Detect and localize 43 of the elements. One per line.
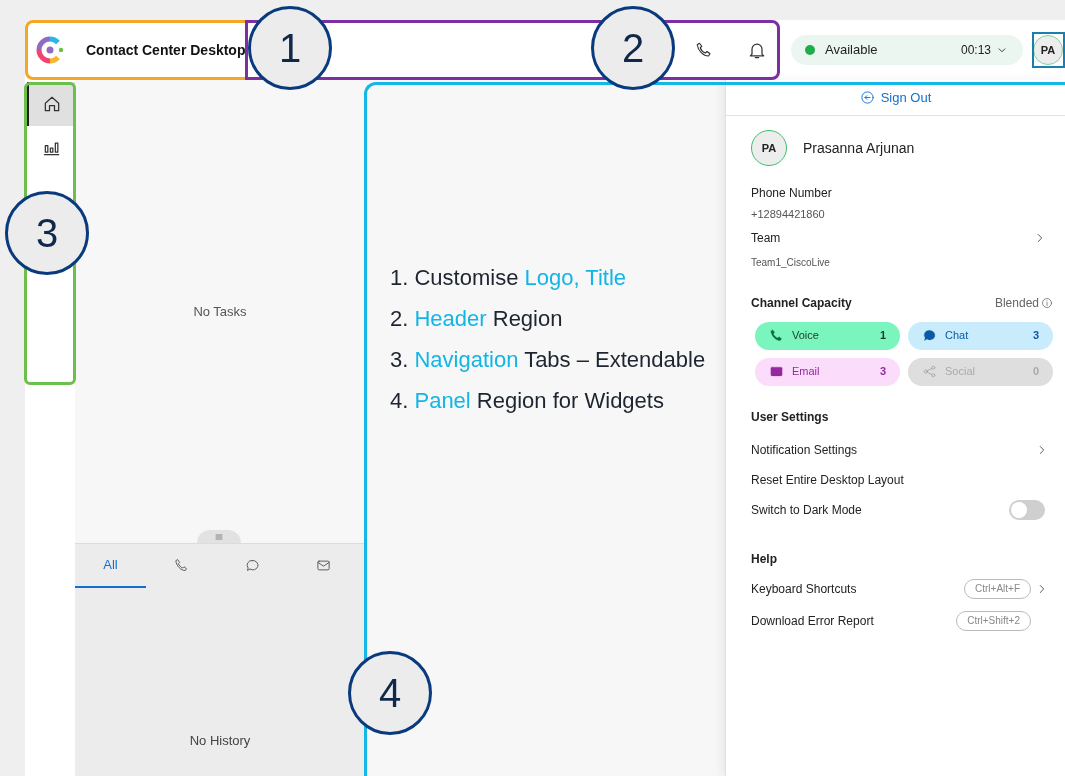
- chat-bubble-icon: [922, 328, 937, 343]
- channel-chip: Chat 3: [908, 321, 1053, 350]
- annotation-note: 3. Navigation Tabs – Extendable: [390, 346, 707, 374]
- field-label: Phone Number: [751, 185, 833, 202]
- annotation-note: 4. Panel Region for Widgets: [390, 387, 665, 415]
- section-heading: Help: [751, 550, 778, 568]
- avatar-outline: [1032, 32, 1065, 68]
- channel-chip: Voice 1: [755, 321, 900, 350]
- avatar-button[interactable]: PA: [1033, 35, 1063, 65]
- setting-label: Switch to Dark Mode: [751, 501, 862, 519]
- team-name: Team1_CiscoLive: [751, 255, 831, 270]
- profile-name: Prasanna Arjunan: [803, 138, 915, 158]
- phone-number: +12894421860: [751, 207, 826, 222]
- status-dropdown[interactable]: Available 00:13: [791, 35, 1023, 65]
- callout-marker: 3: [5, 191, 89, 275]
- sign-out-button[interactable]: Sign Out: [726, 80, 1065, 116]
- field-label: Team: [751, 229, 781, 247]
- logo-icon: [35, 35, 65, 65]
- channel-chip: Email 3: [755, 357, 900, 386]
- history-tab[interactable]: All: [75, 544, 146, 588]
- help-link[interactable]: Keyboard Shortcuts: [751, 579, 964, 598]
- phone-icon: [769, 328, 784, 343]
- chat-bubble-icon: [245, 557, 260, 573]
- help-link[interactable]: Download Error Report: [751, 611, 957, 630]
- share-icon: [922, 364, 937, 379]
- section-heading: Channel Capacity: [751, 294, 852, 312]
- profile-avatar: PA: [751, 130, 787, 166]
- dark-mode-toggle[interactable]: [1009, 499, 1045, 520]
- capacity-mode: Blended: [994, 294, 1039, 312]
- phone-icon: [695, 41, 713, 59]
- home-icon: [42, 94, 62, 114]
- annotation-note: 1. Customise Logo, Title: [390, 264, 628, 292]
- app-title: Contact Center Desktop: [86, 40, 246, 60]
- resize-handle[interactable]: [197, 530, 241, 543]
- phone-icon: [174, 557, 189, 573]
- annotation-note: 2. Header Region: [390, 305, 564, 333]
- settings-link[interactable]: Notification Settings: [751, 440, 1053, 459]
- info-icon: [1041, 296, 1053, 309]
- section-heading: User Settings: [751, 408, 830, 426]
- empty-history-message: No History: [189, 731, 251, 750]
- empty-tasks-message: No Tasks: [193, 302, 247, 321]
- sign-out-icon: [859, 90, 875, 105]
- settings-action[interactable]: Reset Entire Desktop Layout: [751, 470, 904, 489]
